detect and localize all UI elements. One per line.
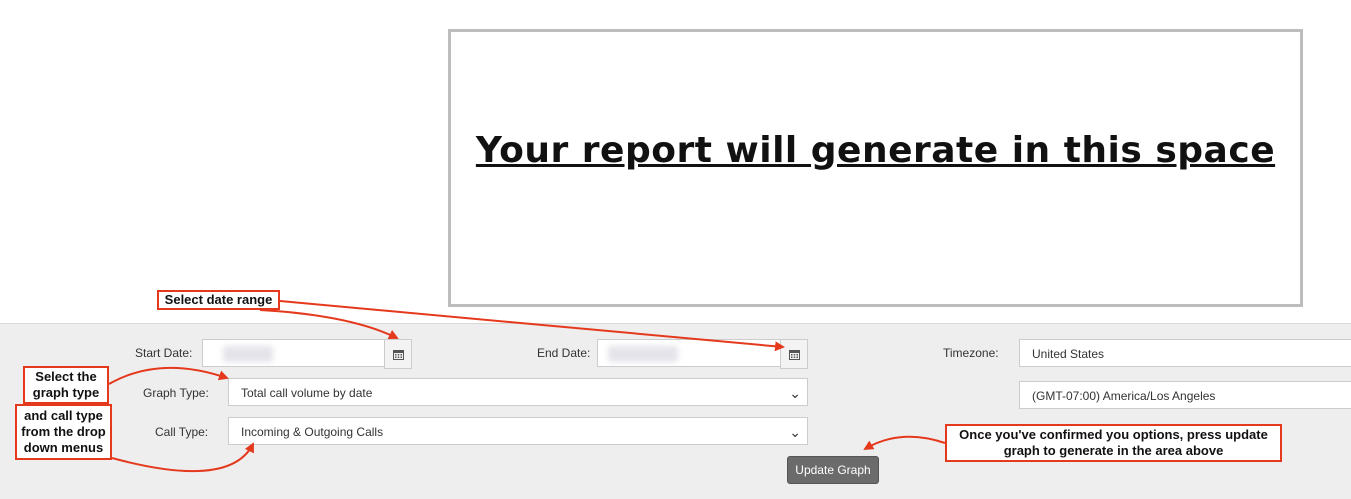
call-type-value: Incoming & Outgoing Calls: [241, 425, 384, 439]
timezone-country-value: United States: [1032, 347, 1105, 361]
report-area: Your report will generate in this space: [448, 29, 1303, 307]
start-date-input[interactable]: [202, 339, 412, 369]
report-placeholder-text: Your report will generate in this space: [475, 130, 1276, 171]
start-date-value: [223, 346, 273, 362]
callout-call-type: and call type from the drop down menus: [15, 404, 112, 460]
callout-update: Once you've confirmed you options, press…: [945, 424, 1282, 462]
callout-graph-type: Select the graph type: [23, 366, 109, 404]
end-date-calendar-button[interactable]: [780, 339, 808, 369]
timezone-zone-value: (GMT-07:00) America/Los Angeles: [1032, 389, 1216, 403]
chevron-down-icon: ⌄: [789, 424, 801, 440]
graph-type-value: Total call volume by date: [241, 386, 373, 400]
graph-type-label: Graph Type:: [143, 386, 209, 400]
callout-date-range: Select date range: [157, 290, 280, 310]
start-date-label: Start Date:: [135, 346, 193, 360]
call-type-select[interactable]: Incoming & Outgoing Calls ⌄: [228, 417, 808, 445]
timezone-label: Timezone:: [943, 346, 999, 360]
end-date-label: End Date:: [537, 346, 591, 360]
calendar-icon: [392, 349, 404, 360]
timezone-country-select[interactable]: United States: [1019, 339, 1351, 367]
end-date-input[interactable]: [597, 339, 808, 369]
call-type-label: Call Type:: [155, 425, 209, 439]
timezone-zone-select[interactable]: (GMT-07:00) America/Los Angeles: [1019, 381, 1351, 409]
chevron-down-icon: ⌄: [789, 385, 801, 401]
start-date-calendar-button[interactable]: [384, 339, 412, 369]
update-graph-button[interactable]: Update Graph: [787, 456, 879, 484]
calendar-icon: [788, 349, 800, 360]
graph-type-select[interactable]: Total call volume by date ⌄: [228, 378, 808, 406]
end-date-value: [608, 346, 678, 362]
